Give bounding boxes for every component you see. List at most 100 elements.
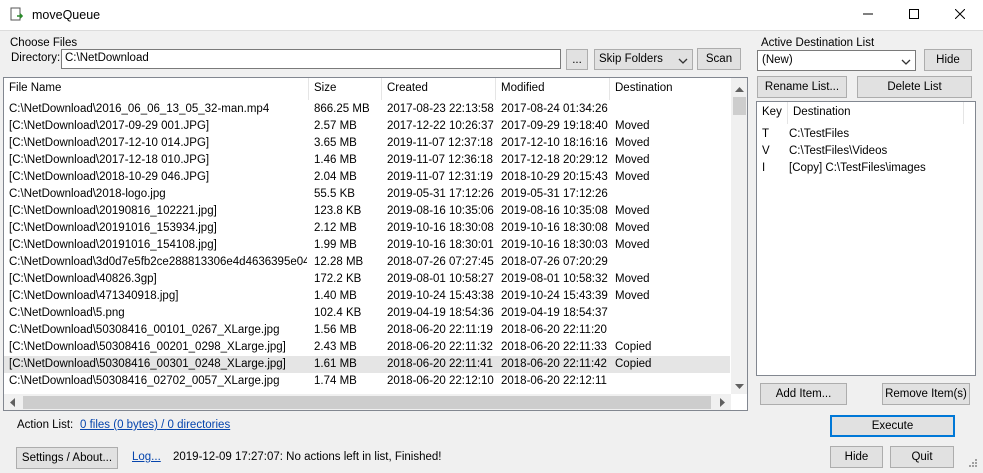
log-link[interactable]: Log...	[132, 451, 161, 463]
file-name-cell: [C:\NetDownload\2017-12-10 014.JPG]	[9, 137, 210, 149]
action-list-label: Action List:	[17, 419, 74, 431]
file-size-cell: 1.40 MB	[314, 290, 357, 302]
column-header-file-name[interactable]: File Name	[4, 78, 309, 100]
file-size-cell: 1.74 MB	[314, 375, 357, 387]
file-size-cell: 3.65 MB	[314, 137, 357, 149]
destination-path-cell: C:\TestFiles\Videos	[789, 145, 888, 157]
table-row[interactable]: [C:\NetDownload\20191016_154108.jpg] 1.99…	[4, 237, 730, 254]
file-name-cell: [C:\NetDownload\50308416_00301_0248_XLar…	[9, 358, 286, 370]
file-modified-cell: 2019-08-01 10:58:32	[501, 273, 608, 285]
table-row[interactable]: [C:\NetDownload\40826.3gp] 172.2 KB 2019-0…	[4, 271, 730, 288]
table-row[interactable]: [C:\NetDownload\471340918.jpg] 1.40 MB 201…	[4, 288, 730, 305]
close-icon	[954, 8, 966, 22]
directory-input[interactable]: C:\NetDownload	[61, 49, 561, 69]
scroll-right-icon[interactable]	[720, 398, 726, 410]
file-modified-cell: 2018-10-29 20:15:43	[501, 171, 608, 183]
delete-list-button[interactable]: Delete List	[857, 76, 972, 98]
scroll-up-icon[interactable]	[735, 84, 744, 96]
table-row[interactable]: C:\NetDownload\5.png 102.4 KB 2019-04-19 1…	[4, 305, 730, 322]
table-row[interactable]: C:\NetDownload\50308416_00101_0267_XLarg…	[4, 322, 730, 339]
table-row[interactable]: C:\NetDownload\50308416_02702_0057_XLarg…	[4, 373, 730, 390]
column-header-size[interactable]: Size	[309, 78, 382, 100]
scroll-left-icon[interactable]	[10, 398, 16, 410]
table-row[interactable]: [C:\NetDownload\20191016_153934.jpg] 2.12…	[4, 220, 730, 237]
add-item-button[interactable]: Add Item...	[760, 383, 847, 405]
destination-row[interactable]: T C:\TestFiles	[757, 126, 975, 143]
minimize-button[interactable]	[845, 0, 891, 31]
scan-button[interactable]: Scan	[697, 48, 741, 70]
destination-path-cell: [Copy] C:\TestFiles\images	[789, 162, 926, 174]
execute-button[interactable]: Execute	[830, 415, 955, 437]
file-name-cell: [C:\NetDownload\2017-09-29 001.JPG]	[9, 120, 210, 132]
file-name-cell: [C:\NetDownload\2017-12-18 010.JPG]	[9, 154, 210, 166]
file-created-cell: 2019-10-24 15:43:38	[387, 290, 494, 302]
quit-button[interactable]: Quit	[890, 446, 954, 468]
table-row[interactable]: [C:\NetDownload\50308416_00301_0248_XLar…	[4, 356, 730, 373]
table-row[interactable]: C:\NetDownload\2016_06_06_13_05_32-man.m…	[4, 101, 730, 118]
horizontal-scrollbar-thumb[interactable]	[23, 396, 711, 409]
destination-row[interactable]: I [Copy] C:\TestFiles\images	[757, 160, 975, 177]
column-header-destination[interactable]: Destination	[610, 78, 732, 100]
file-created-cell: 2018-06-20 22:11:41	[387, 358, 493, 370]
table-row[interactable]: [C:\NetDownload\2017-12-10 014.JPG] 3.65 …	[4, 135, 730, 152]
file-size-cell: 1.61 MB	[314, 358, 357, 370]
column-header-created[interactable]: Created	[382, 78, 496, 100]
file-destination-cell: Moved	[615, 120, 650, 132]
table-row[interactable]: [C:\NetDownload\50308416_00201_0298_XLar…	[4, 339, 730, 356]
file-destination-cell: Moved	[615, 222, 650, 234]
hide-destinations-button[interactable]: Hide	[924, 49, 972, 71]
browse-button[interactable]: ...	[566, 49, 588, 70]
file-modified-cell: 2018-06-20 22:11:20	[501, 324, 607, 336]
file-destination-cell: Moved	[615, 239, 650, 251]
file-name-cell: [C:\NetDownload\20190816_102221.jpg]	[9, 205, 217, 217]
file-modified-cell: 2018-06-20 22:11:33	[501, 341, 607, 353]
column-header-dest[interactable]: Destination	[788, 102, 964, 124]
file-name-cell: [C:\NetDownload\40826.3gp]	[9, 273, 157, 285]
destination-row[interactable]: V C:\TestFiles\Videos	[757, 143, 975, 160]
file-destination-cell: Moved	[615, 205, 650, 217]
hide-button[interactable]: Hide	[830, 446, 883, 468]
rename-list-button[interactable]: Rename List...	[757, 76, 847, 98]
table-row[interactable]: [C:\NetDownload\2017-09-29 001.JPG] 2.57 …	[4, 118, 730, 135]
file-size-cell: 123.8 KB	[314, 205, 362, 217]
maximize-button[interactable]	[891, 0, 937, 31]
file-name-cell: C:\NetDownload\2018-logo.jpg	[9, 188, 166, 200]
destination-key-cell: T	[762, 128, 770, 140]
file-modified-cell: 2018-06-20 22:12:11	[501, 375, 607, 387]
table-row[interactable]: [C:\NetDownload\2017-12-18 010.JPG] 1.46 …	[4, 152, 730, 169]
file-modified-cell: 2017-12-18 20:29:12	[501, 154, 608, 166]
table-row[interactable]: [C:\NetDownload\2018-10-29 046.JPG] 2.04 …	[4, 169, 730, 186]
directory-label: Directory:	[11, 52, 61, 64]
table-row[interactable]: C:\NetDownload\2018-logo.jpg 55.5 KB 2019-…	[4, 186, 730, 203]
file-modified-cell: 2019-04-19 18:54:37	[501, 307, 608, 319]
column-header-key[interactable]: Key	[757, 102, 788, 124]
destination-table[interactable]: Key Destination T C:\TestFiles V C:\TestFil…	[756, 101, 976, 376]
file-modified-cell: 2019-05-31 17:12:26	[501, 188, 608, 200]
file-list[interactable]: File Name Size Created Modified Destinat…	[3, 77, 748, 411]
scrollbar-thumb[interactable]	[733, 97, 746, 115]
destination-list-value: (New)	[762, 54, 793, 66]
vertical-scrollbar[interactable]	[731, 78, 747, 394]
action-list-link[interactable]: 0 files (0 bytes) / 0 directories	[80, 419, 230, 431]
file-size-cell: 2.12 MB	[314, 222, 357, 234]
remove-items-button[interactable]: Remove Item(s)	[882, 383, 970, 405]
table-row[interactable]: [C:\NetDownload\20190816_102221.jpg] 123.…	[4, 203, 730, 220]
destination-list-select[interactable]: (New)	[757, 50, 916, 71]
skip-folders-select[interactable]: Skip Folders	[594, 49, 693, 70]
file-size-cell: 2.43 MB	[314, 341, 357, 353]
file-name-cell: C:\NetDownload\5.png	[9, 307, 125, 319]
settings-about-button[interactable]: Settings / About...	[16, 447, 118, 469]
table-row[interactable]: C:\NetDownload\3d0d7e5fb2ce288813306e4d4…	[4, 254, 730, 271]
minimize-icon	[863, 9, 873, 22]
file-modified-cell: 2019-10-16 18:30:03	[501, 239, 608, 251]
horizontal-scrollbar[interactable]	[4, 394, 731, 410]
file-destination-cell: Moved	[615, 154, 650, 166]
file-created-cell: 2019-11-07 12:36:18	[387, 154, 493, 166]
file-created-cell: 2018-06-20 22:11:19	[387, 324, 493, 336]
scroll-down-icon[interactable]	[735, 381, 744, 393]
file-size-cell: 102.4 KB	[314, 307, 362, 319]
column-header-modified[interactable]: Modified	[496, 78, 610, 100]
close-button[interactable]	[937, 0, 983, 31]
file-destination-cell: Moved	[615, 137, 650, 149]
file-size-cell: 55.5 KB	[314, 188, 355, 200]
